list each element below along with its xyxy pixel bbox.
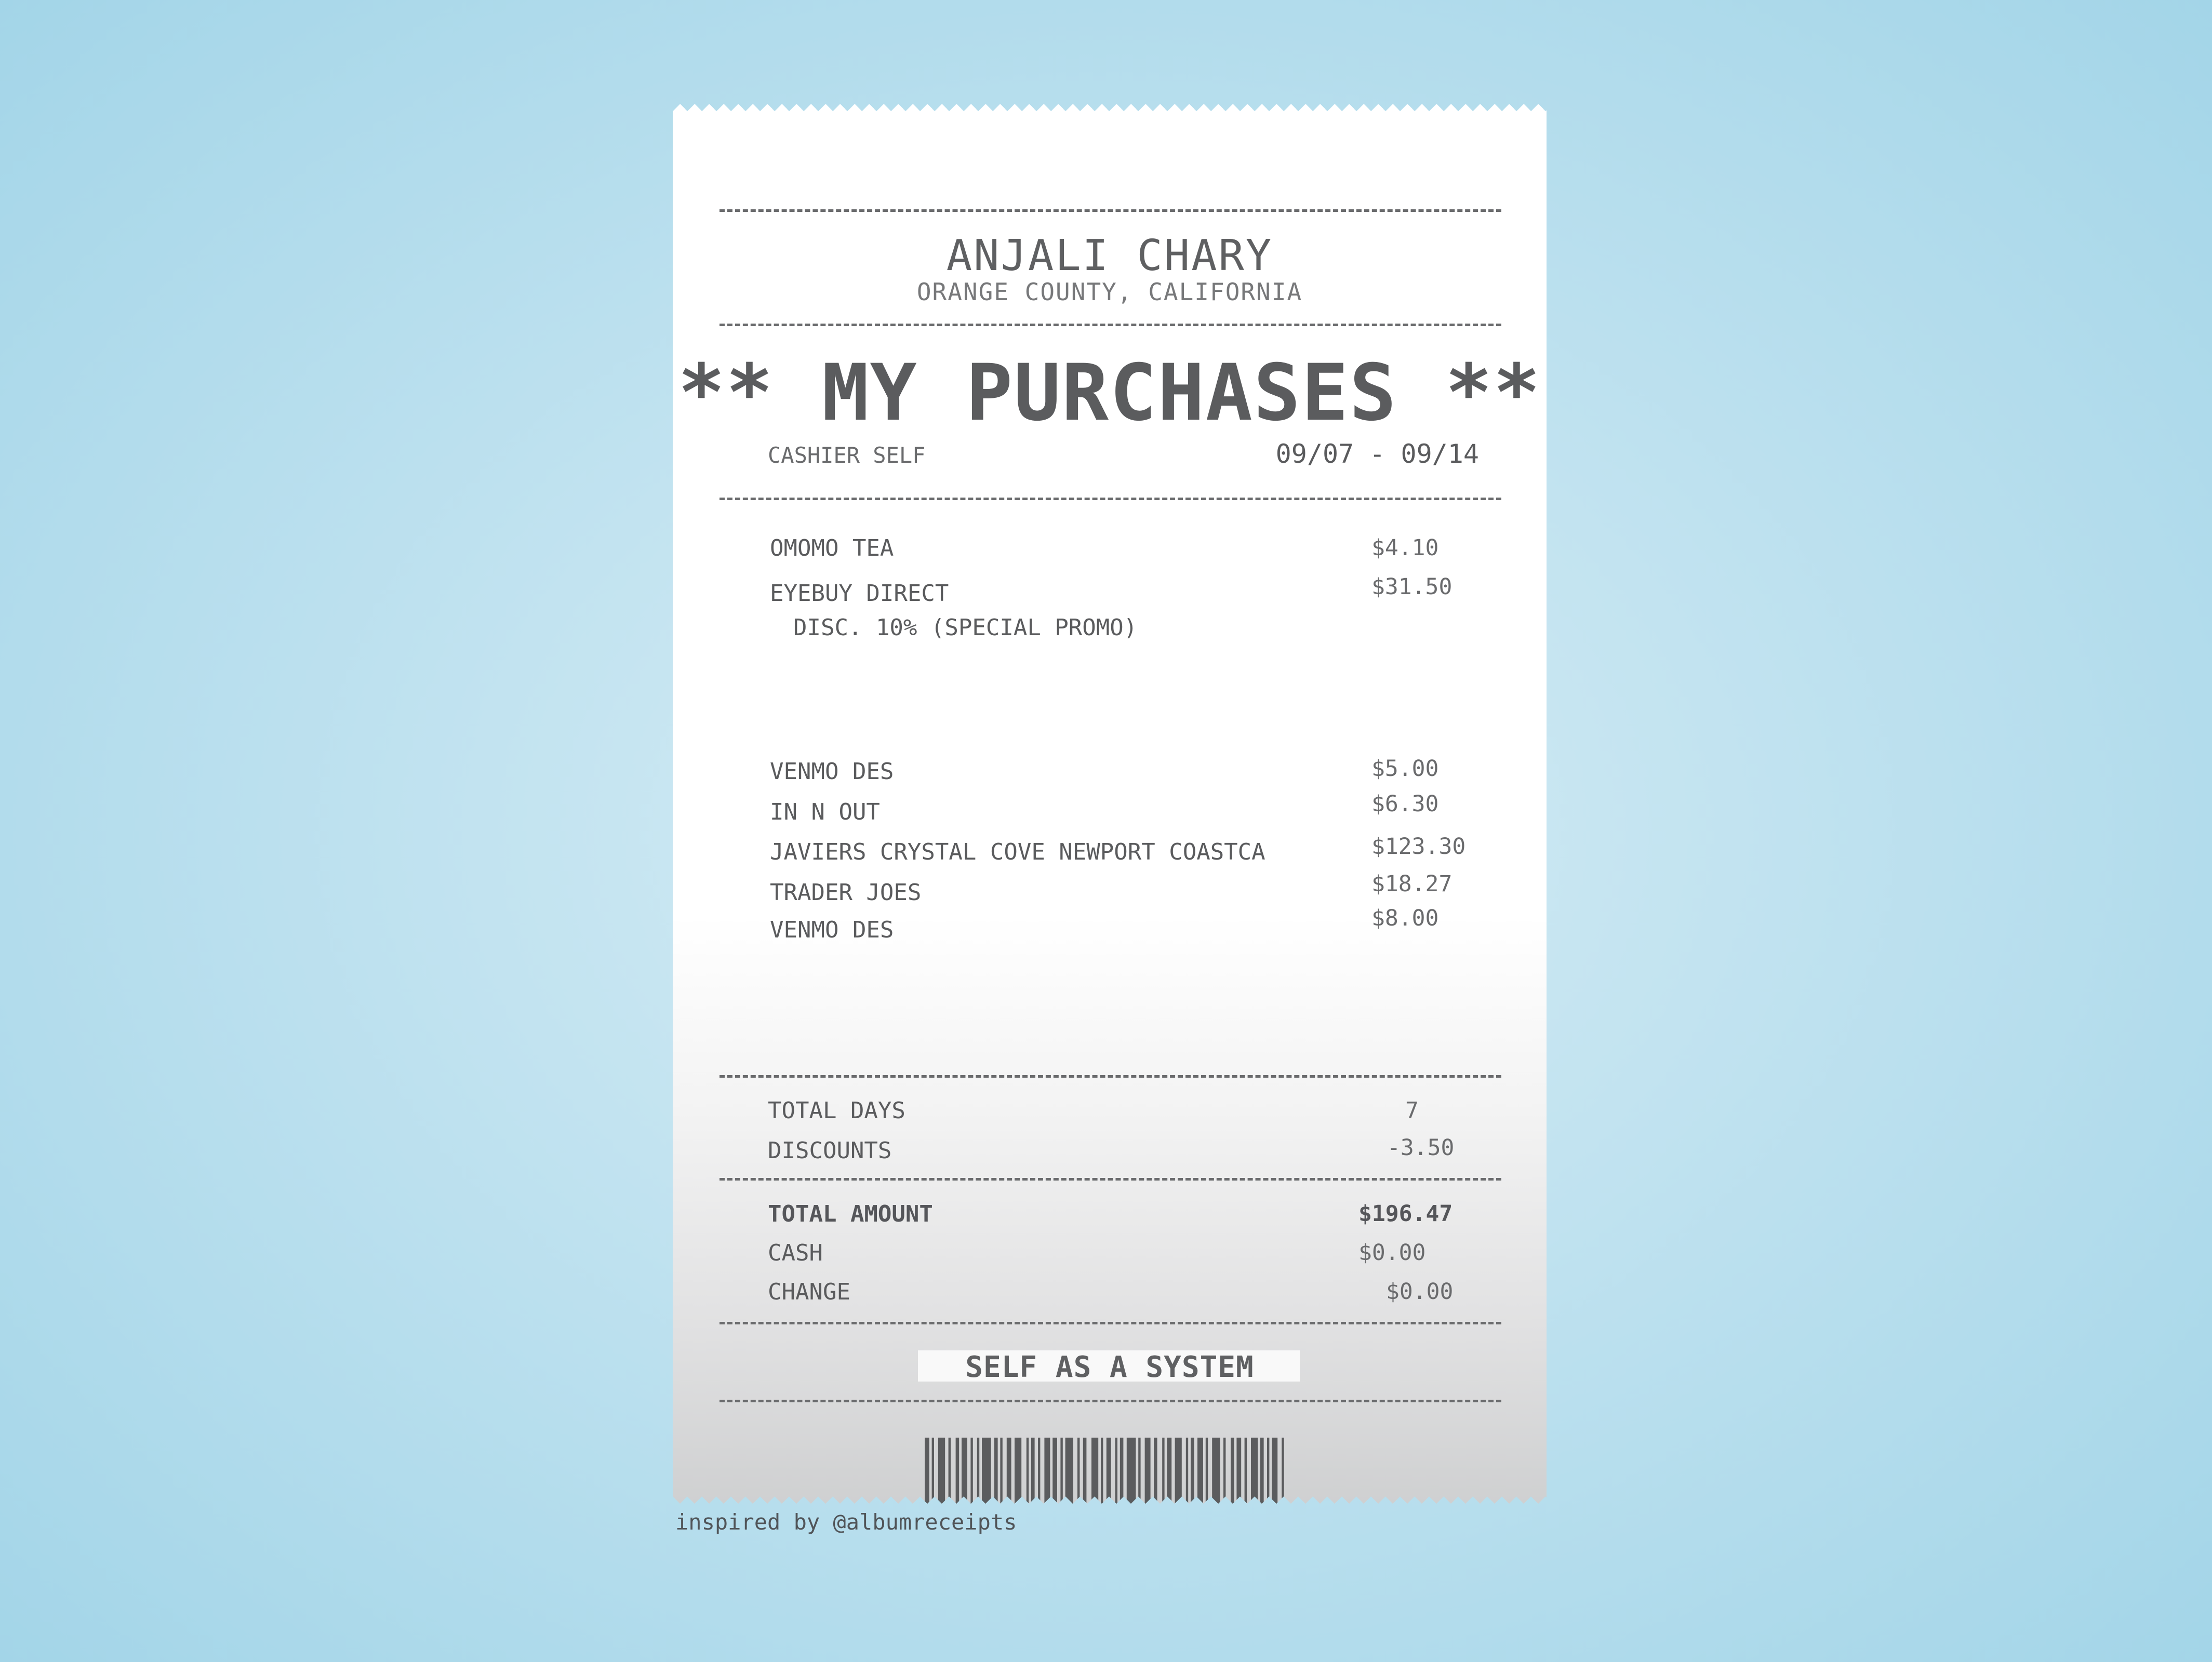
divider <box>719 1400 1501 1402</box>
change-label: CHANGE <box>768 1279 850 1305</box>
item-discount-note: DISC. 10% (SPECIAL PROMO) <box>793 614 1138 641</box>
item-price: $123.30 <box>1371 834 1466 860</box>
item-name: VENMO DES <box>770 758 894 785</box>
item-name: IN N OUT <box>770 799 880 825</box>
receipt: ANJALI CHARY ORANGE COUNTY, CALIFORNIA *… <box>673 104 1547 1518</box>
date-range: 09/07 - 09/14 <box>1275 439 1479 469</box>
barcode <box>925 1438 1284 1518</box>
item-name: JAVIERS CRYSTAL COVE NEWPORT COASTCA <box>770 839 1265 865</box>
discounts-label: DISCOUNTS <box>768 1137 892 1164</box>
divider <box>719 209 1501 212</box>
footer-slogan: SELF AS A SYSTEM <box>965 1350 1254 1384</box>
item-price: $4.10 <box>1371 535 1439 561</box>
total-days-label: TOTAL DAYS <box>768 1097 905 1124</box>
cash-label: CASH <box>768 1240 823 1266</box>
item-price: $8.00 <box>1371 905 1439 931</box>
item-name: OMOMO TEA <box>770 535 894 561</box>
cash-value: $0.00 <box>1358 1240 1426 1266</box>
cashier-label: CASHIER SELF <box>768 443 926 468</box>
divider <box>719 324 1501 326</box>
item-price: $18.27 <box>1371 871 1453 897</box>
item-price: $6.30 <box>1371 791 1439 817</box>
divider <box>719 498 1501 500</box>
divider <box>719 1178 1501 1181</box>
credit-text: inspired by @albumreceipts <box>675 1509 1017 1535</box>
divider <box>719 1075 1501 1078</box>
item-price: $31.50 <box>1371 574 1453 600</box>
item-price: $5.00 <box>1371 756 1439 782</box>
receipt-title: ** MY PURCHASES ** <box>678 348 1541 438</box>
divider <box>719 1322 1501 1324</box>
total-amount-value: $196.47 <box>1358 1201 1453 1227</box>
item-name: VENMO DES <box>770 917 894 943</box>
change-value: $0.00 <box>1386 1279 1454 1305</box>
store-location: ORANGE COUNTY, CALIFORNIA <box>916 278 1303 306</box>
total-days-value: 7 <box>1405 1097 1419 1123</box>
total-amount-label: TOTAL AMOUNT <box>768 1201 933 1227</box>
store-name: ANJALI CHARY <box>946 231 1273 280</box>
item-name: EYEBUY DIRECT <box>770 580 949 607</box>
discounts-value: -3.50 <box>1387 1135 1455 1161</box>
item-name: TRADER JOES <box>770 879 922 906</box>
